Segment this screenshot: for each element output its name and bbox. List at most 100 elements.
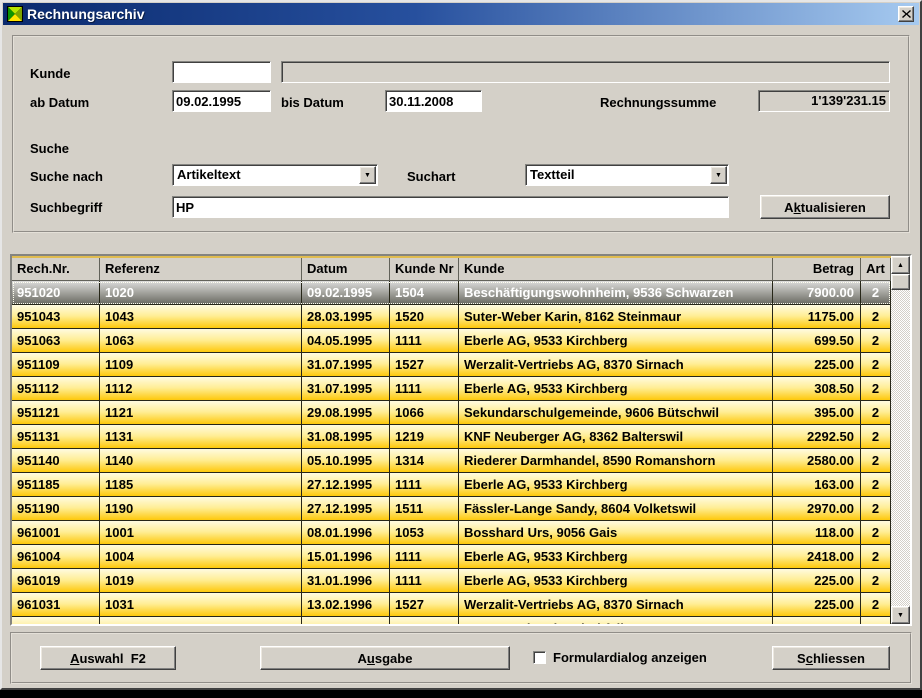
- cell-betrag: 699.50: [773, 329, 861, 353]
- cell-kunde: Bosshard Urs, 9056 Gais: [459, 521, 773, 545]
- cell-art: 2: [861, 449, 891, 473]
- scroll-down-button[interactable]: ▼: [891, 606, 910, 624]
- cell-datum: 31.07.1995: [302, 353, 390, 377]
- chevron-down-icon: ▼: [715, 172, 722, 179]
- cell-kunde: Werzalit-Vertriebs AG, 8370 Sirnach: [459, 353, 773, 377]
- cell-kunde: ZAB Zweckverband Abfallverwertung, 9602: [459, 617, 773, 624]
- cell-referenz: 1112: [100, 377, 302, 401]
- cell-rechnr: 961031: [12, 593, 100, 617]
- bis-datum-input[interactable]: [385, 90, 482, 112]
- suchart-dropdown-button[interactable]: ▼: [710, 166, 727, 184]
- aktualisieren-button[interactable]: Aktualisieren: [760, 195, 890, 219]
- cell-referenz: 1048: [100, 617, 302, 624]
- suchbegriff-input[interactable]: [172, 196, 729, 218]
- cell-datum: 05.10.1995: [302, 449, 390, 473]
- formulardialog-checkbox[interactable]: [533, 651, 546, 664]
- scrollbar-track[interactable]: [891, 290, 910, 606]
- column-header-kunde[interactable]: Kunde: [459, 258, 773, 281]
- cell-betrag: 2970.00: [773, 497, 861, 521]
- cell-kunde: Riederer Darmhandel, 8590 Romanshorn: [459, 449, 773, 473]
- table-row[interactable]: 961019 1019 31.01.1996 1111 Eberle AG, 9…: [12, 569, 891, 593]
- cell-datum: 13.02.1996: [302, 593, 390, 617]
- column-header-betrag[interactable]: Betrag: [773, 258, 861, 281]
- suche-nach-label: Suche nach: [30, 169, 103, 184]
- cell-betrag: 225.00: [773, 353, 861, 377]
- cell-art: 2: [861, 305, 891, 329]
- table-row[interactable]: 951043 1043 28.03.1995 1520 Suter-Weber …: [12, 305, 891, 329]
- table-row[interactable]: 951109 1109 31.07.1995 1527 Werzalit-Ver…: [12, 353, 891, 377]
- cell-referenz: 1020: [100, 281, 302, 305]
- cell-kundenr: 1111: [390, 377, 459, 401]
- table-header: Rech.Nr. Referenz Datum Kunde Nr Kunde B…: [12, 258, 891, 281]
- formulardialog-checkbox-label: Formulardialog anzeigen: [553, 650, 707, 665]
- cell-datum: 31.01.1996: [302, 569, 390, 593]
- titlebar[interactable]: Rechnungsarchiv: [3, 3, 919, 25]
- scroll-up-button[interactable]: ▲: [891, 256, 910, 274]
- column-header-referenz[interactable]: Referenz: [100, 258, 302, 281]
- scrollbar-thumb[interactable]: [891, 274, 910, 290]
- suche-nach-value: Artikeltext: [177, 167, 241, 182]
- cell-datum: 27.12.1995: [302, 473, 390, 497]
- cell-rechnr: 961048: [12, 617, 100, 624]
- column-header-datum[interactable]: Datum: [302, 258, 390, 281]
- table-row[interactable]: 961031 1031 13.02.1996 1527 Werzalit-Ver…: [12, 593, 891, 617]
- table-row[interactable]: 951185 1185 27.12.1995 1111 Eberle AG, 9…: [12, 473, 891, 497]
- table-row[interactable]: 951190 1190 27.12.1995 1511 Fässler-Lang…: [12, 497, 891, 521]
- window-title: Rechnungsarchiv: [27, 6, 144, 22]
- suchbegriff-label: Suchbegriff: [30, 200, 102, 215]
- suche-nach-dropdown[interactable]: Artikeltext ▼: [172, 164, 378, 186]
- vertical-scrollbar[interactable]: ▲ ▼: [891, 256, 910, 624]
- cell-kunde: Eberle AG, 9533 Kirchberg: [459, 329, 773, 353]
- column-header-rechnr[interactable]: Rech.Nr.: [12, 258, 100, 281]
- cell-betrag: 118.00: [773, 521, 861, 545]
- kunde-name-display: [281, 61, 890, 83]
- table-row[interactable]: 951063 1063 04.05.1995 1111 Eberle AG, 9…: [12, 329, 891, 353]
- table-row[interactable]: 961001 1001 08.01.1996 1053 Bosshard Urs…: [12, 521, 891, 545]
- table-row[interactable]: 951131 1131 31.08.1995 1219 KNF Neuberge…: [12, 425, 891, 449]
- column-header-art[interactable]: Art: [861, 258, 891, 281]
- suche-nach-dropdown-button[interactable]: ▼: [359, 166, 376, 184]
- cell-betrag: 308.50: [773, 377, 861, 401]
- suchart-dropdown[interactable]: Textteil ▼: [525, 164, 729, 186]
- cell-kundenr: 1314: [390, 449, 459, 473]
- arrow-down-icon: ▼: [897, 612, 904, 619]
- cell-art: 2: [861, 593, 891, 617]
- cell-referenz: 1004: [100, 545, 302, 569]
- cell-kunde: Eberle AG, 9533 Kirchberg: [459, 473, 773, 497]
- table-row[interactable]: 961004 1004 15.01.1996 1111 Eberle AG, 9…: [12, 545, 891, 569]
- close-button[interactable]: [898, 6, 914, 22]
- cell-kunde: Sekundarschulgemeinde, 9606 Bütschwil: [459, 401, 773, 425]
- table-row[interactable]: 951140 1140 05.10.1995 1314 Riederer Dar…: [12, 449, 891, 473]
- bis-datum-label: bis Datum: [281, 95, 344, 110]
- table-row[interactable]: 951121 1121 29.08.1995 1066 Sekundarschu…: [12, 401, 891, 425]
- cell-referenz: 1001: [100, 521, 302, 545]
- table-row[interactable]: 951020 1020 09.02.1995 1504 Beschäftigun…: [12, 281, 891, 305]
- cell-betrag: 7900.00: [773, 281, 861, 305]
- cell-datum: 04.05.1995: [302, 329, 390, 353]
- cell-kundenr: 1053: [390, 521, 459, 545]
- cell-rechnr: 951109: [12, 353, 100, 377]
- kunde-input[interactable]: [172, 61, 271, 83]
- cell-rechnr: 951121: [12, 401, 100, 425]
- ausgabe-button[interactable]: Ausgabe: [260, 646, 510, 670]
- cell-kunde: Suter-Weber Karin, 8162 Steinmaur: [459, 305, 773, 329]
- ab-datum-input[interactable]: [172, 90, 271, 112]
- table-row[interactable]: 951112 1112 31.07.1995 1111 Eberle AG, 9…: [12, 377, 891, 401]
- cell-kundenr: 1527: [390, 353, 459, 377]
- schliessen-button[interactable]: Schliessen: [772, 646, 890, 670]
- cell-datum: 29.08.1995: [302, 401, 390, 425]
- cell-kundenr: 1111: [390, 473, 459, 497]
- cell-datum: 06.03.1996: [302, 617, 390, 624]
- auswahl-f2-label: Auswahl F2: [70, 651, 146, 666]
- cell-rechnr: 951185: [12, 473, 100, 497]
- cell-betrag: 225.00: [773, 569, 861, 593]
- table-row[interactable]: 961048 1048 06.03.1996 1232 ZAB Zweckver…: [12, 617, 891, 624]
- auswahl-f2-button[interactable]: Auswahl F2: [40, 646, 176, 670]
- cell-referenz: 1019: [100, 569, 302, 593]
- cell-art: 2: [861, 617, 891, 624]
- ausgabe-label: Ausgabe: [358, 651, 413, 666]
- cell-kundenr: 1527: [390, 593, 459, 617]
- column-header-kundenr[interactable]: Kunde Nr: [390, 258, 459, 281]
- suchart-label: Suchart: [407, 169, 455, 184]
- cell-art: 2: [861, 425, 891, 449]
